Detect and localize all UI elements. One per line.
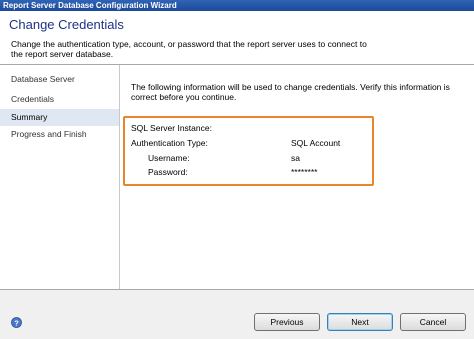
username-value: sa	[291, 153, 300, 163]
authentication-type-label: Authentication Type:	[131, 138, 208, 148]
sidebar-item-label: Credentials	[11, 94, 54, 104]
sidebar-item-credentials[interactable]: Credentials	[0, 91, 119, 108]
sql-server-instance-label: SQL Server Instance:	[131, 123, 212, 133]
password-label: Password:	[148, 167, 188, 177]
sidebar-item-database-server[interactable]: Database Server	[0, 71, 119, 88]
svg-text:?: ?	[14, 318, 19, 327]
summary-panel: The following information will be used t…	[120, 65, 474, 289]
authentication-type-value: SQL Account	[291, 138, 341, 148]
sidebar-item-summary[interactable]: Summary	[0, 109, 119, 126]
previous-button[interactable]: Previous	[254, 313, 320, 331]
window-title: Report Server Database Configuration Wiz…	[3, 1, 177, 10]
next-button[interactable]: Next	[327, 313, 393, 331]
sidebar-item-label: Database Server	[11, 74, 75, 84]
page-header: Change Credentials Change the authentica…	[0, 11, 474, 65]
window-title-bar: Report Server Database Configuration Wiz…	[0, 0, 474, 11]
help-icon[interactable]: ?	[11, 317, 22, 328]
username-label: Username:	[148, 153, 190, 163]
sidebar-item-progress-and-finish[interactable]: Progress and Finish	[0, 126, 119, 143]
page-description: Change the authentication type, account,…	[11, 39, 367, 59]
summary-intro-text: The following information will be used t…	[131, 82, 450, 102]
password-value: ********	[291, 167, 318, 177]
cancel-button[interactable]: Cancel	[400, 313, 466, 331]
wizard-steps-sidebar: Database Server Credentials Summary Prog…	[0, 65, 120, 289]
sidebar-item-label: Summary	[11, 112, 48, 122]
page-title: Change Credentials	[9, 17, 124, 32]
sidebar-item-label: Progress and Finish	[11, 129, 87, 139]
wizard-footer: ? Previous Next Cancel	[0, 289, 474, 339]
